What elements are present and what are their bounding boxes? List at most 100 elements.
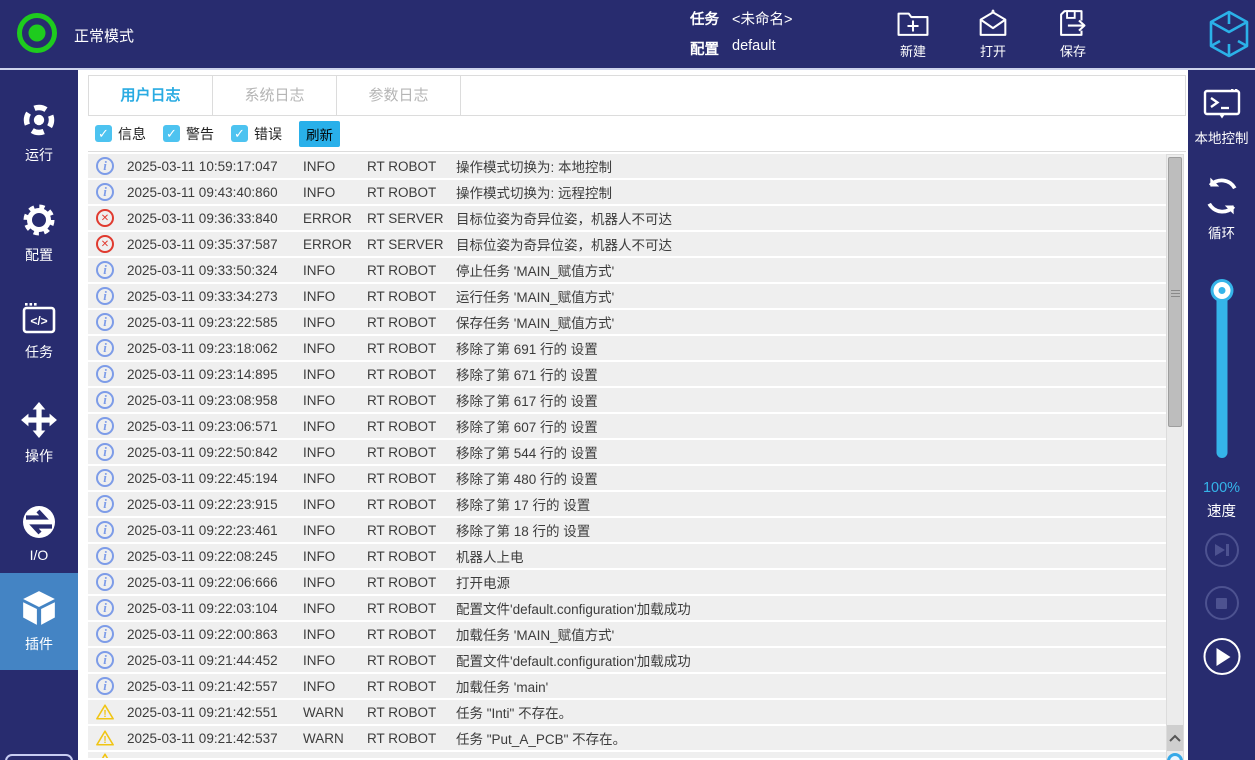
log-row[interactable]: ✕2025-03-11 09:35:37:587ERRORRT SERVER目标… [88, 232, 1166, 258]
speed-slider-track[interactable] [1216, 294, 1227, 458]
warning-icon: ! [96, 729, 114, 747]
info-icon: i [96, 365, 114, 383]
log-source: RT ROBOT [367, 705, 456, 720]
speed-percent: 100% [1188, 480, 1255, 496]
log-row[interactable]: i2025-03-11 09:22:08:245INFORT ROBOT机器人上… [88, 544, 1166, 570]
log-message: 操作模式切换为: 本地控制 [456, 156, 1166, 176]
log-source: RT ROBOT [367, 289, 456, 304]
log-message: 保存任务 'MAIN_赋值方式' [456, 312, 1166, 332]
log-source: RT ROBOT [367, 523, 456, 538]
log-row[interactable]: i2025-03-11 09:22:50:842INFORT ROBOT移除了第… [88, 440, 1166, 466]
log-message: 任务 "Put_A_PCB" 不存在。 [456, 728, 1166, 748]
log-source: RT ROBOT [367, 471, 456, 486]
open-envelope-icon [976, 8, 1010, 38]
sidebar-bottom-fragment [5, 754, 73, 760]
log-message: 移除了第 607 行的 设置 [456, 416, 1166, 436]
info-icon: i [96, 495, 114, 513]
info-icon: i [96, 521, 114, 539]
log-row[interactable]: i2025-03-11 09:23:06:571INFORT ROBOT移除了第… [88, 414, 1166, 440]
log-row[interactable]: i2025-03-11 09:22:06:666INFORT ROBOT打开电源 [88, 570, 1166, 596]
cube-logo-icon [1206, 8, 1252, 60]
log-row[interactable]: i2025-03-11 09:22:45:194INFORT ROBOT移除了第… [88, 466, 1166, 492]
log-row[interactable]: ✕2025-03-11 09:36:33:840ERRORRT SERVER目标… [88, 206, 1166, 232]
save-button[interactable]: 保存 [1041, 8, 1105, 60]
log-level: INFO [303, 575, 367, 590]
log-row[interactable]: i 2025-03-11 09:22:03:104INFORT ROBOT配置文件… [88, 596, 1166, 622]
sidebar-item-plugin[interactable]: 插件 [0, 573, 78, 670]
play-button[interactable] [1203, 638, 1240, 675]
log-level: INFO [303, 471, 367, 486]
log-row[interactable]: i2025-03-11 09:23:18:062INFORT ROBOT移除了第… [88, 336, 1166, 362]
log-source: RT ROBOT [367, 601, 456, 616]
info-icon: i [96, 625, 114, 643]
sidebar-item-run[interactable]: 运行 [0, 85, 78, 182]
log-row[interactable]: i2025-03-11 09:22:23:915INFORT ROBOT移除了第… [88, 492, 1166, 518]
status-green-icon [17, 13, 57, 53]
log-row[interactable]: i2025-03-11 09:33:34:273INFORT ROBOT运行任务… [88, 284, 1166, 310]
log-row[interactable]: i2025-03-11 10:59:17:047INFORT ROBOT操作模式… [88, 154, 1166, 180]
log-level: INFO [303, 653, 367, 668]
checkbox-warn[interactable]: ✓ 警告 [163, 124, 214, 144]
log-row[interactable]: i2025-03-11 09:21:42:557INFORT ROBOT加载任务… [88, 674, 1166, 700]
log-level: INFO [303, 549, 367, 564]
svg-text:!: ! [103, 735, 106, 746]
speed-slider-handle[interactable] [1213, 282, 1230, 299]
log-source: RT ROBOT [367, 159, 456, 174]
info-icon: i [96, 599, 114, 617]
folder-plus-icon [896, 8, 930, 38]
sidebar-item-config[interactable]: 配置 [0, 185, 78, 282]
log-row[interactable]: i2025-03-11 09:43:40:860INFORT ROBOT操作模式… [88, 180, 1166, 206]
loop-button[interactable]: 循环 [1202, 176, 1242, 242]
log-row[interactable]: !2025-03-11 09:21:42:551WARNRT ROBOT任务 "… [88, 700, 1166, 726]
checkbox-info[interactable]: ✓ 信息 [95, 124, 146, 144]
play-icon [1217, 648, 1231, 666]
log-time: 2025-03-11 09:36:33:840 [127, 211, 303, 226]
log-row[interactable]: i2025-03-11 09:23:14:895INFORT ROBOT移除了第… [88, 362, 1166, 388]
new-button[interactable]: 新建 [881, 8, 945, 60]
step-button[interactable] [1205, 533, 1239, 567]
tab-system-log[interactable]: 系统日志 [213, 76, 337, 115]
sidebar-item-io[interactable]: I/O [0, 485, 78, 582]
refresh-button[interactable]: 刷新 [299, 121, 340, 147]
main-panel: 用户日志 系统日志 参数日志 ✓ 信息 ✓ 警告 ✓ 错误 刷新 i2025-0… [78, 70, 1188, 760]
log-row[interactable]: i2025-03-11 09:22:00:863INFORT ROBOT加载任务… [88, 622, 1166, 648]
sidebar-item-operate[interactable]: 操作 [0, 385, 78, 482]
log-message: 配置文件'default.configuration'加载成功 [456, 650, 1166, 670]
floppy-arrow-icon [1056, 8, 1090, 38]
scroll-up-button[interactable] [1167, 725, 1183, 751]
log-source: RT ROBOT [367, 445, 456, 460]
log-time: 2025-03-11 09:23:14:895 [127, 367, 303, 382]
error-icon: ✕ [96, 209, 114, 227]
log-row[interactable]: !2025-03-11 09:21:42:537WARNRT ROBOT任务 "… [88, 726, 1166, 752]
log-time: 2025-03-11 09:23:22:585 [127, 315, 303, 330]
sidebar-item-task[interactable]: </> 任务 [0, 283, 78, 380]
log-time: 2025-03-11 09:35:37:587 [127, 237, 303, 252]
log-row[interactable]: i2025-03-11 09:22:23:461INFORT ROBOT移除了第… [88, 518, 1166, 544]
log-message: 移除了第 617 行的 设置 [456, 390, 1166, 410]
log-level: WARN [303, 731, 367, 746]
log-row[interactable]: i2025-03-11 09:23:08:958INFORT ROBOT移除了第… [88, 388, 1166, 414]
checkbox-error[interactable]: ✓ 错误 [231, 124, 282, 144]
tab-user-log[interactable]: 用户日志 [89, 76, 213, 115]
log-time: 2025-03-11 09:23:18:062 [127, 341, 303, 356]
log-row[interactable]: i2025-03-11 09:23:22:585INFORT ROBOT保存任务… [88, 310, 1166, 336]
log-time: 2025-03-11 09:33:34:273 [127, 289, 303, 304]
log-time: 2025-03-11 09:22:03:104 [127, 601, 303, 616]
scrollbar[interactable] [1166, 154, 1184, 760]
log-time: 2025-03-11 09:22:00:863 [127, 627, 303, 642]
log-source: RT ROBOT [367, 185, 456, 200]
log-message: 配置文件'default.configuration'加载成功 [456, 598, 1166, 618]
open-button[interactable]: 打开 [961, 8, 1025, 60]
info-icon: i [96, 339, 114, 357]
stop-button[interactable] [1205, 586, 1239, 620]
log-time: 2025-03-11 10:59:17:047 [127, 159, 303, 174]
log-row[interactable]: i2025-03-11 09:21:44:452INFORT ROBOT配置文件… [88, 648, 1166, 674]
scrollbar-thumb[interactable] [1168, 157, 1182, 427]
log-table: i2025-03-11 10:59:17:047INFORT ROBOT操作模式… [88, 154, 1166, 760]
warning-icon: ! [96, 703, 114, 721]
tab-param-log[interactable]: 参数日志 [337, 76, 461, 115]
local-control-button[interactable]: 本地控制 [1195, 88, 1249, 147]
log-row[interactable]: i2025-03-11 09:33:50:324INFORT ROBOT停止任务… [88, 258, 1166, 284]
log-row[interactable]: ! [88, 752, 1166, 760]
log-level: INFO [303, 601, 367, 616]
